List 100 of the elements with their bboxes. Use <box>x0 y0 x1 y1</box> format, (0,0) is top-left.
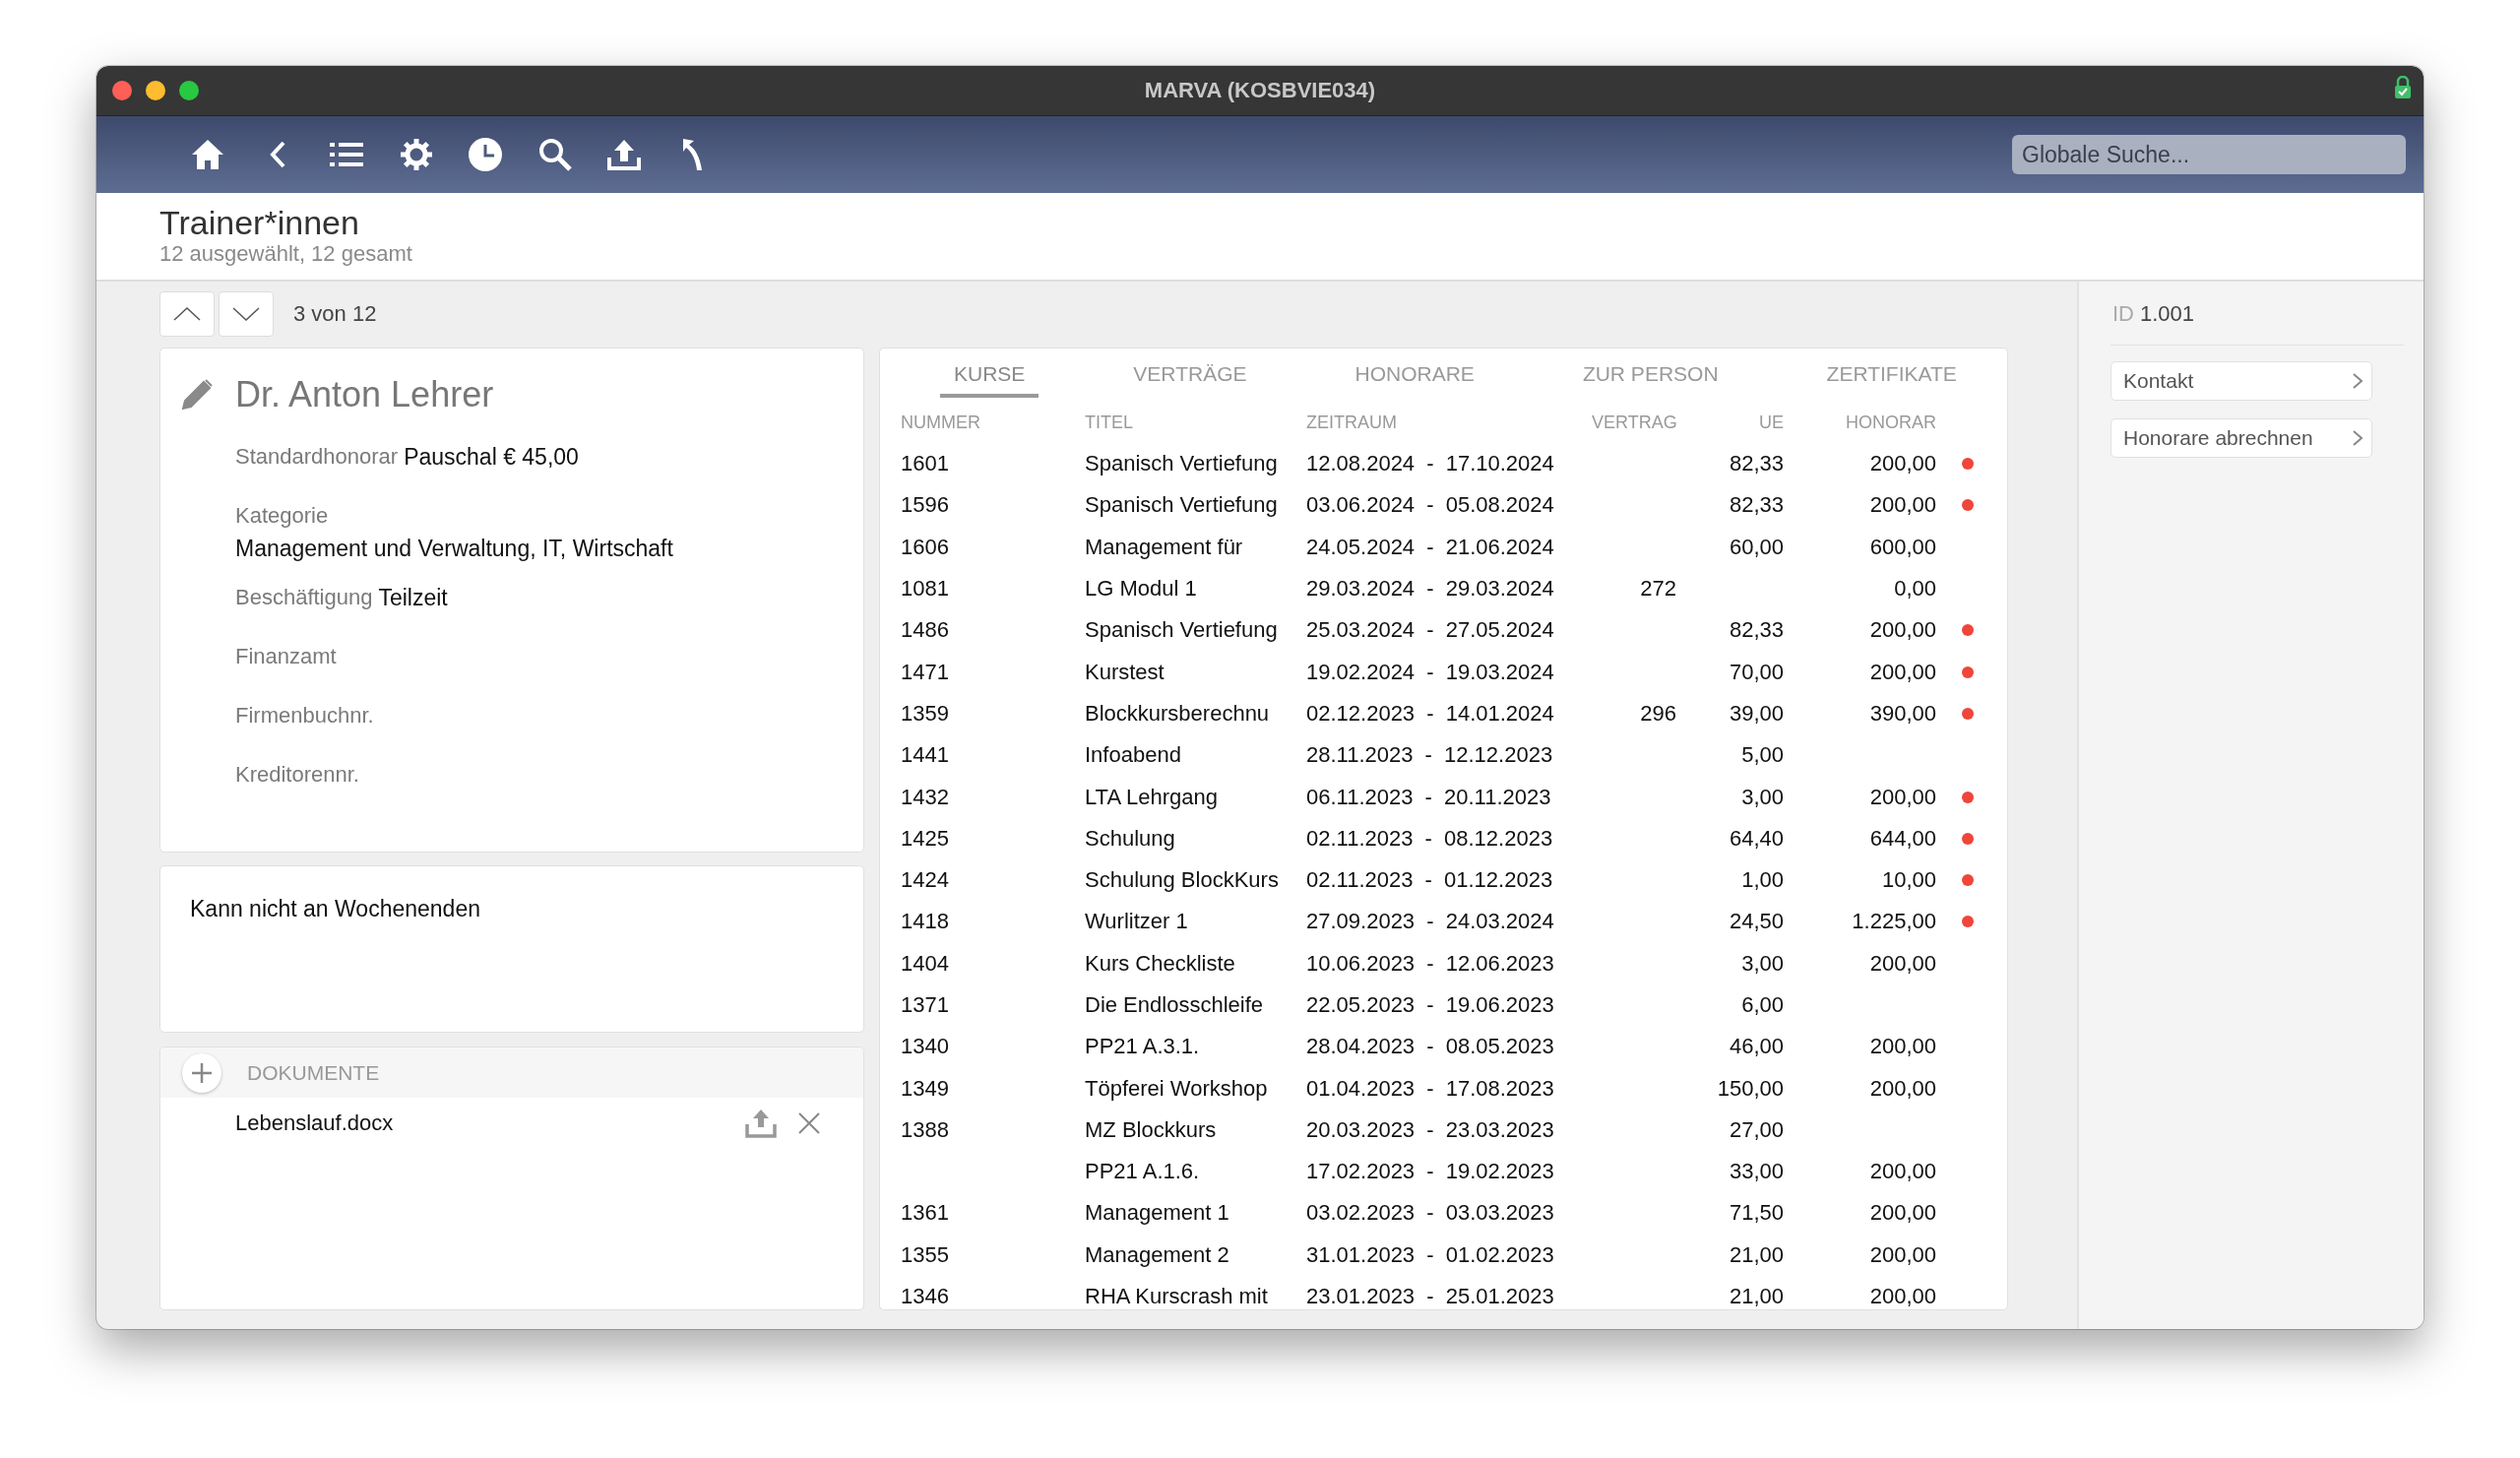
global-search-field[interactable]: Globale Suche... <box>2012 135 2406 174</box>
minimize-window-button[interactable] <box>146 81 165 100</box>
table-cell-text: Kurstest <box>1085 659 1166 685</box>
table-cell-text: 60,00 <box>1728 534 1784 560</box>
table-cell-text: 21,00 <box>1728 1241 1784 1268</box>
table-cell-text: 02.11.2023 - 01.12.2023 <box>1306 867 1554 894</box>
table-cell-text: 02.11.2023 - 08.12.2023 <box>1306 825 1554 852</box>
record-position: 3 von 12 <box>293 301 377 327</box>
table-cell-text: 22.05.2023 - 19.06.2023 <box>1306 992 1555 1018</box>
table-cell-text: Die Endlosschleife <box>1085 992 1264 1018</box>
field-value: Teilzeit <box>378 584 448 611</box>
table-cell-text: 01.04.2023 - 17.08.2023 <box>1306 1075 1555 1102</box>
window-title: MARVA (KOSBVIE034) <box>1144 78 1376 102</box>
table-cell-text: 29.03.2024 - 29.03.2024 <box>1306 576 1555 602</box>
plus-icon <box>191 1061 213 1084</box>
tab[interactable]: HONORARE <box>1341 362 1488 398</box>
table-cell-text: 1349 <box>901 1075 950 1102</box>
table-cell-text: 06.11.2023 - 20.11.2023 <box>1306 784 1552 810</box>
table-cell-text: 1346 <box>901 1284 950 1309</box>
table-cell-text: 23.01.2023 - 25.01.2023 <box>1306 1284 1555 1309</box>
table-cell-text: 1.225,00 <box>1851 909 1936 935</box>
table-cell-text: 200,00 <box>1868 1284 1936 1309</box>
clock-icon[interactable] <box>468 137 504 172</box>
table-cell-text: 1596 <box>901 492 950 519</box>
menu-icon[interactable] <box>330 141 364 168</box>
table-cell-text: 28.11.2023 - 12.12.2023 <box>1306 742 1554 769</box>
table-cell-text: PP21 A.1.6. <box>1085 1159 1201 1185</box>
sidebar-link[interactable]: Kontakt <box>2110 361 2372 401</box>
table-cell-text: 3,00 <box>1740 784 1784 810</box>
table-cell-text: 644,00 <box>1868 825 1936 852</box>
table-cell-text: Kurs Checkliste <box>1085 950 1236 977</box>
documents-heading: DOKUMENTE <box>247 1060 380 1085</box>
table-cell-text: 02.12.2023 - 14.01.2024 <box>1306 700 1555 727</box>
close-icon[interactable] <box>798 1112 820 1134</box>
table-cell-text: 6,00 <box>1740 992 1784 1018</box>
table-cell-text: 10.06.2023 - 12.06.2023 <box>1306 950 1555 977</box>
tab[interactable]: VERTRÄGE <box>1119 362 1261 398</box>
table-cell-text: LG Modul 1 <box>1085 576 1198 602</box>
table-cell-text: 33,00 <box>1728 1159 1784 1185</box>
table-cell-text: 200,00 <box>1868 617 1936 644</box>
table-cell-text: 27,00 <box>1728 1116 1784 1143</box>
table-cell-text: MZ Blockkurs <box>1085 1116 1218 1143</box>
table-cell-text: 200,00 <box>1868 1159 1936 1185</box>
person-name: Dr. Anton Lehrer <box>235 374 494 415</box>
table-cell-text: 1424 <box>901 867 950 894</box>
table-cell-text: Schulung BlockKurs <box>1085 867 1280 894</box>
table-cell-text: 1388 <box>901 1116 950 1143</box>
table-cell-text: Management für <box>1085 534 1244 560</box>
table-cell-text: 82,33 <box>1728 451 1784 477</box>
table-cell-text: 24.05.2024 - 21.06.2024 <box>1306 534 1555 560</box>
table-cell-text: Schulung <box>1085 825 1176 852</box>
table-cell-text: 25.03.2024 - 27.05.2024 <box>1306 617 1555 644</box>
table-cell-text: 200,00 <box>1868 1200 1936 1227</box>
table-cell-text: 296 <box>1639 700 1676 727</box>
zoom-window-button[interactable] <box>179 81 199 100</box>
table-cell-text: 200,00 <box>1868 451 1936 477</box>
lock-icon <box>2394 76 2412 99</box>
table-cell-text: 71,50 <box>1728 1200 1784 1227</box>
table-cell-text: Spanisch Vertiefung <box>1085 617 1279 644</box>
table-cell-text: 39,00 <box>1728 700 1784 727</box>
table-cell-text: 1441 <box>901 742 950 769</box>
column-header: VERTRAG <box>1592 412 1676 433</box>
search-icon[interactable] <box>537 138 572 171</box>
add-document-button[interactable] <box>182 1052 221 1093</box>
column-header: ZEITRAUM <box>1306 412 1398 433</box>
table-cell-text: 1486 <box>901 617 950 644</box>
table-cell-text: 200,00 <box>1868 1034 1936 1060</box>
table-cell-text: 3,00 <box>1740 950 1784 977</box>
tab[interactable]: KURSE <box>940 362 1040 398</box>
tab[interactable]: ZERTIFIKATE <box>1812 362 1971 398</box>
close-window-button[interactable] <box>112 81 132 100</box>
id-value: 1.001 <box>2140 301 2195 328</box>
table-cell-text: 27.09.2023 - 24.03.2024 <box>1306 909 1555 935</box>
field-label: Firmenbuchnr. <box>235 702 374 729</box>
table-cell-text: 1601 <box>901 451 950 477</box>
table-cell-text: 1081 <box>901 576 950 602</box>
table-cell-text: 1471 <box>901 659 950 685</box>
table-cell-text: 1425 <box>901 825 950 852</box>
table-cell-text: 19.02.2024 - 19.03.2024 <box>1306 659 1555 685</box>
edit-icon[interactable] <box>180 378 214 412</box>
tab[interactable]: ZUR PERSON <box>1568 362 1732 398</box>
table-cell-text: Management 1 <box>1085 1200 1230 1227</box>
sidebar-link[interactable]: Honorare abrechnen <box>2110 418 2372 458</box>
table-cell-text: 1606 <box>901 534 950 560</box>
table-cell-text: 1355 <box>901 1241 950 1268</box>
table-cell-text: 5,00 <box>1740 742 1784 769</box>
table-cell-text: Blockkursberechnu <box>1085 700 1271 727</box>
table-cell-text: 1,00 <box>1740 867 1784 894</box>
settings-icon[interactable] <box>398 137 434 172</box>
table-cell-text: 31.01.2023 - 01.02.2023 <box>1306 1241 1555 1268</box>
table-cell-text: 70,00 <box>1728 659 1784 685</box>
table-cell-text: 1359 <box>901 700 950 727</box>
document-name[interactable]: Lebenslauf.docx <box>235 1110 724 1136</box>
table-cell-text: 24,50 <box>1728 909 1784 935</box>
upload-icon[interactable] <box>606 138 643 171</box>
chevron-right-icon <box>2352 372 2363 390</box>
table-cell-text: 03.06.2024 - 05.08.2024 <box>1306 492 1555 519</box>
table-cell-text: Wurlitzer 1 <box>1085 909 1189 935</box>
table-cell-text: 390,00 <box>1868 700 1936 727</box>
table-cell-text: 82,33 <box>1728 617 1784 644</box>
